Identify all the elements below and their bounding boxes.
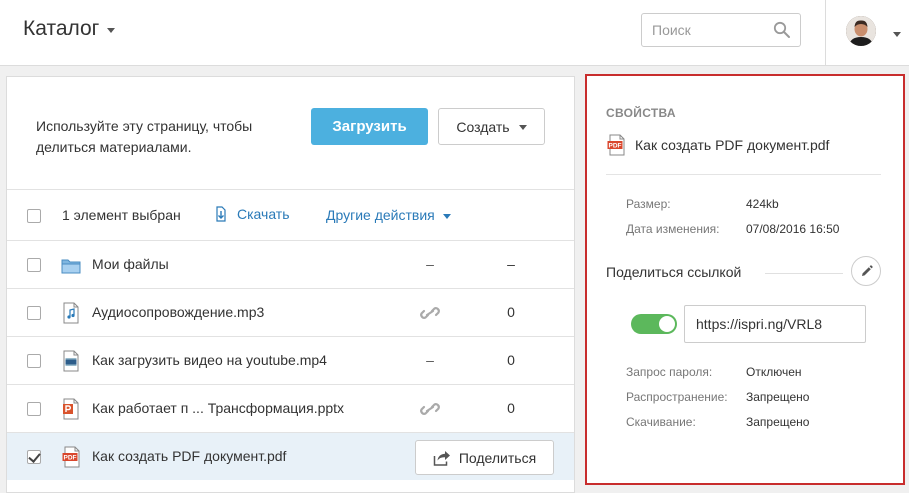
password-label: Запрос пароля: xyxy=(626,365,713,379)
download-label: Скачать xyxy=(237,206,290,222)
upload-button[interactable]: Загрузить xyxy=(311,108,428,145)
share-link-title: Поделиться ссылкой xyxy=(606,264,742,280)
top-bar: Каталог xyxy=(0,0,909,66)
properties-panel: СВОЙСТВА PDF Как создать PDF документ.pd… xyxy=(585,74,905,485)
file-name[interactable]: Как создать PDF документ.pdf xyxy=(92,448,286,464)
select-all-checkbox[interactable] xyxy=(27,209,41,223)
row-checkbox-checked[interactable] xyxy=(27,450,41,464)
chevron-down-icon xyxy=(442,214,451,219)
divider xyxy=(606,174,881,175)
pdf-file-icon: PDF xyxy=(607,134,625,156)
search-icon[interactable] xyxy=(773,21,791,39)
divider xyxy=(765,273,843,274)
create-button[interactable]: Создать xyxy=(438,108,545,145)
more-actions-menu[interactable]: Другие действия xyxy=(326,207,451,223)
link-icon[interactable] xyxy=(418,399,442,419)
catalog-menu[interactable]: Каталог xyxy=(23,17,116,41)
selection-toolbar: 1 элемент выбран Скачать Другие действия xyxy=(7,189,574,240)
row-checkbox[interactable] xyxy=(27,306,41,320)
download-count: – xyxy=(507,256,515,272)
svg-text:PDF: PDF xyxy=(609,143,622,150)
audio-file-icon xyxy=(63,302,79,324)
password-value: Отключен xyxy=(746,365,802,379)
modified-label: Дата изменения: xyxy=(626,222,720,236)
link-icon[interactable] xyxy=(418,303,442,323)
list-item[interactable]: Как работает п ... Трансформация.pptx 0 xyxy=(7,384,574,432)
search-input[interactable] xyxy=(642,14,762,46)
chevron-down-icon xyxy=(518,124,527,130)
create-button-label: Создать xyxy=(456,118,510,135)
download-link[interactable]: Скачать xyxy=(214,206,290,222)
share-button-label: Поделиться xyxy=(458,449,537,466)
download-permission-value: Запрещено xyxy=(746,415,810,429)
list-item-selected[interactable]: PDF Как создать PDF документ.pdf Поделит… xyxy=(7,432,574,480)
file-name[interactable]: Как работает п ... Трансформация.pptx xyxy=(92,400,344,416)
file-name[interactable]: Аудиосопровождение.mp3 xyxy=(92,304,264,320)
folder-icon xyxy=(61,259,81,274)
list-item[interactable]: Аудиосопровождение.mp3 0 xyxy=(7,288,574,336)
more-actions-label: Другие действия xyxy=(326,207,435,223)
row-checkbox[interactable] xyxy=(27,402,41,416)
size-label: Размер: xyxy=(626,197,671,211)
powerpoint-file-icon xyxy=(63,398,79,420)
distribution-value: Запрещено xyxy=(746,390,810,404)
size-value: 424kb xyxy=(746,197,779,211)
header-divider xyxy=(825,0,826,66)
properties-file-name: Как создать PDF документ.pdf xyxy=(635,137,830,153)
share-button[interactable]: Поделиться xyxy=(415,440,554,475)
file-name[interactable]: Мои файлы xyxy=(92,256,169,272)
list-item[interactable]: Мои файлы – – xyxy=(7,240,574,288)
selection-count: 1 элемент выбран xyxy=(62,207,181,223)
share-icon xyxy=(433,450,450,466)
file-name[interactable]: Как загрузить видео на youtube.mp4 xyxy=(92,352,327,368)
download-count: 0 xyxy=(507,400,515,416)
share-toggle[interactable] xyxy=(631,314,677,334)
distribution-label: Распространение: xyxy=(626,390,728,404)
link-status: – xyxy=(426,352,434,368)
row-checkbox[interactable] xyxy=(27,258,41,272)
chevron-down-icon xyxy=(107,28,116,33)
pdf-file-icon: PDF xyxy=(62,446,80,468)
share-url-field[interactable]: https://ispri.ng/VRL8 xyxy=(684,305,866,343)
avatar[interactable] xyxy=(846,16,876,46)
search-box xyxy=(641,13,801,47)
file-list-panel: Используйте эту страницу, чтобы делиться… xyxy=(6,76,575,493)
download-permission-label: Скачивание: xyxy=(626,415,696,429)
page-title: Каталог xyxy=(23,17,100,40)
video-file-icon xyxy=(63,350,79,372)
link-status: – xyxy=(426,256,434,272)
pencil-icon xyxy=(861,264,873,276)
modified-value: 07/08/2016 16:50 xyxy=(746,222,840,236)
edit-share-button[interactable] xyxy=(851,256,881,286)
row-checkbox[interactable] xyxy=(27,354,41,368)
download-count: 0 xyxy=(507,352,515,368)
intro-text: Используйте эту страницу, чтобы делиться… xyxy=(36,118,253,155)
svg-text:PDF: PDF xyxy=(64,455,77,462)
download-count: 0 xyxy=(507,304,515,320)
account-menu-chevron-icon[interactable] xyxy=(893,32,901,37)
properties-file: PDF Как создать PDF документ.pdf xyxy=(606,134,829,156)
list-item[interactable]: Как загрузить видео на youtube.mp4 – 0 xyxy=(7,336,574,384)
properties-title: СВОЙСТВА xyxy=(606,106,676,120)
download-icon xyxy=(216,206,226,222)
